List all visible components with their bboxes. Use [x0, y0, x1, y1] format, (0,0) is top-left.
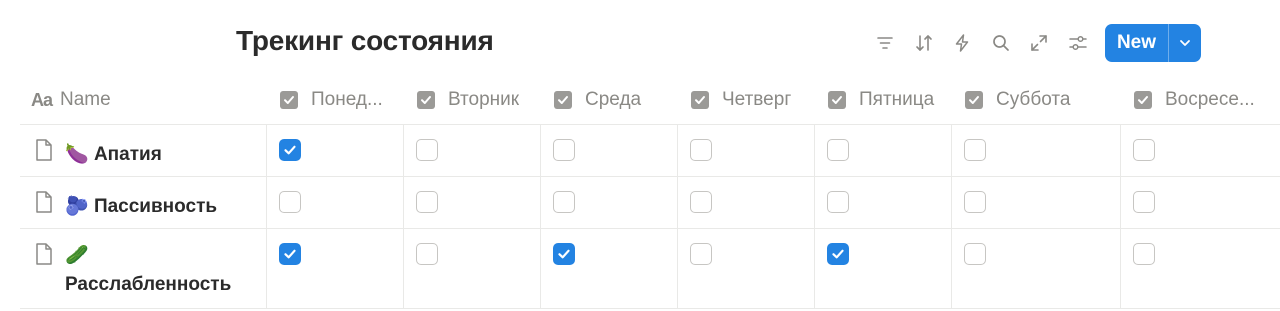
- checkbox-checked[interactable]: [553, 243, 575, 265]
- table-body: 🍆 Апатия 🫐 Пассивность 🥒 Расслабленность: [20, 125, 1280, 309]
- checkbox-property-icon: [417, 91, 435, 109]
- checkbox-cell: [1121, 177, 1280, 228]
- checkbox-cell: [541, 125, 678, 176]
- row-title: Апатия: [93, 144, 162, 165]
- table-row[interactable]: 🥒 Расслабленность: [20, 229, 1280, 309]
- checkbox-unchecked[interactable]: [964, 191, 986, 213]
- checkbox-unchecked[interactable]: [1133, 139, 1155, 161]
- column-header-label: Вторник: [448, 89, 520, 110]
- column-header-day[interactable]: Вторник: [404, 76, 541, 124]
- checkbox-checked[interactable]: [279, 139, 301, 161]
- row-name[interactable]: 🍆 Апатия: [65, 139, 162, 170]
- column-header-label: Среда: [585, 89, 642, 110]
- checkbox-cell: [267, 177, 404, 228]
- column-header-label: Восресе...: [1165, 89, 1255, 110]
- checkbox-unchecked[interactable]: [1133, 243, 1155, 265]
- checkbox-unchecked[interactable]: [690, 139, 712, 161]
- column-header-label: Четверг: [722, 89, 792, 110]
- new-button[interactable]: New: [1105, 24, 1201, 62]
- sort-icon[interactable]: [911, 30, 937, 56]
- checkbox-unchecked[interactable]: [416, 243, 438, 265]
- checkbox-cell: [815, 177, 952, 228]
- name-cell[interactable]: 🫐 Пассивность: [20, 177, 267, 228]
- column-header-label: Суббота: [996, 89, 1071, 110]
- table-row[interactable]: 🍆 Апатия: [20, 125, 1280, 177]
- checkbox-cell: [678, 177, 815, 228]
- chevron-down-icon[interactable]: [1169, 24, 1201, 62]
- search-icon[interactable]: [988, 30, 1014, 56]
- checkbox-cell: [678, 125, 815, 176]
- automation-icon[interactable]: [949, 30, 975, 56]
- checkbox-property-icon: [280, 91, 298, 109]
- row-emoji: 🫐: [65, 195, 89, 217]
- checkbox-property-icon: [965, 91, 983, 109]
- checkbox-property-icon: [554, 91, 572, 109]
- table-row[interactable]: 🫐 Пассивность: [20, 177, 1280, 229]
- checkbox-unchecked[interactable]: [553, 139, 575, 161]
- checkbox-cell: [404, 229, 541, 308]
- table-header: Aa Name Понед... Вторник Среда Четверг Пятница…: [20, 76, 1280, 125]
- checkbox-cell: [541, 177, 678, 228]
- checkbox-unchecked[interactable]: [827, 191, 849, 213]
- checkbox-unchecked[interactable]: [964, 243, 986, 265]
- page-icon: [34, 190, 54, 214]
- view-toolbar: [872, 24, 1103, 62]
- checkbox-cell: [678, 229, 815, 308]
- checkbox-cell: [1121, 125, 1280, 176]
- row-title[interactable]: Расслабленность: [65, 270, 231, 300]
- row-name[interactable]: 🥒: [65, 240, 89, 271]
- page-icon: [34, 242, 54, 266]
- name-cell[interactable]: 🥒 Расслабленность: [20, 229, 267, 308]
- checkbox-property-icon: [1134, 91, 1152, 109]
- row-emoji: 🥒: [65, 244, 89, 266]
- checkbox-cell: [952, 229, 1121, 308]
- column-header-label: Понед...: [311, 89, 383, 110]
- column-header-name[interactable]: Aa Name: [20, 76, 267, 124]
- checkbox-cell: [952, 125, 1121, 176]
- settings-icon[interactable]: [1065, 30, 1091, 56]
- checkbox-unchecked[interactable]: [416, 139, 438, 161]
- column-header-label: Пятница: [859, 89, 935, 110]
- column-header-day[interactable]: Пятница: [815, 76, 952, 124]
- checkbox-unchecked[interactable]: [553, 191, 575, 213]
- column-header-day[interactable]: Суббота: [952, 76, 1121, 124]
- checkbox-checked[interactable]: [827, 243, 849, 265]
- checkbox-cell: [404, 125, 541, 176]
- checkbox-property-icon: [828, 91, 846, 109]
- expand-icon[interactable]: [1026, 30, 1052, 56]
- checkbox-cell: [267, 229, 404, 308]
- checkbox-cell: [1121, 229, 1280, 308]
- checkbox-cell: [815, 229, 952, 308]
- checkbox-checked[interactable]: [279, 243, 301, 265]
- filter-icon[interactable]: [872, 30, 898, 56]
- column-header-day[interactable]: Четверг: [678, 76, 815, 124]
- checkbox-unchecked[interactable]: [827, 139, 849, 161]
- checkbox-unchecked[interactable]: [1133, 191, 1155, 213]
- text-property-icon: Aa: [31, 89, 53, 110]
- checkbox-cell: [267, 125, 404, 176]
- row-title: Пассивность: [93, 196, 218, 217]
- checkbox-property-icon: [691, 91, 709, 109]
- new-button-label[interactable]: New: [1105, 24, 1168, 62]
- column-header-day[interactable]: Восресе...: [1121, 76, 1280, 124]
- checkbox-cell: [952, 177, 1121, 228]
- row-name[interactable]: 🫐 Пассивность: [65, 191, 217, 222]
- column-header-label: Name: [60, 89, 111, 110]
- checkbox-unchecked[interactable]: [690, 243, 712, 265]
- page-title: Трекинг состояния: [236, 25, 494, 56]
- database-table: Aa Name Понед... Вторник Среда Четверг Пятница…: [20, 76, 1280, 309]
- checkbox-unchecked[interactable]: [690, 191, 712, 213]
- name-cell[interactable]: 🍆 Апатия: [20, 125, 267, 176]
- column-header-day[interactable]: Среда: [541, 76, 678, 124]
- checkbox-unchecked[interactable]: [279, 191, 301, 213]
- checkbox-cell: [404, 177, 541, 228]
- database-page: Трекинг состояния New Aa Name Понед... В…: [0, 0, 1280, 311]
- column-header-day[interactable]: Понед...: [267, 76, 404, 124]
- checkbox-cell: [541, 229, 678, 308]
- page-icon: [34, 138, 54, 162]
- checkbox-unchecked[interactable]: [416, 191, 438, 213]
- checkbox-unchecked[interactable]: [964, 139, 986, 161]
- checkbox-cell: [815, 125, 952, 176]
- row-emoji: 🍆: [65, 143, 89, 165]
